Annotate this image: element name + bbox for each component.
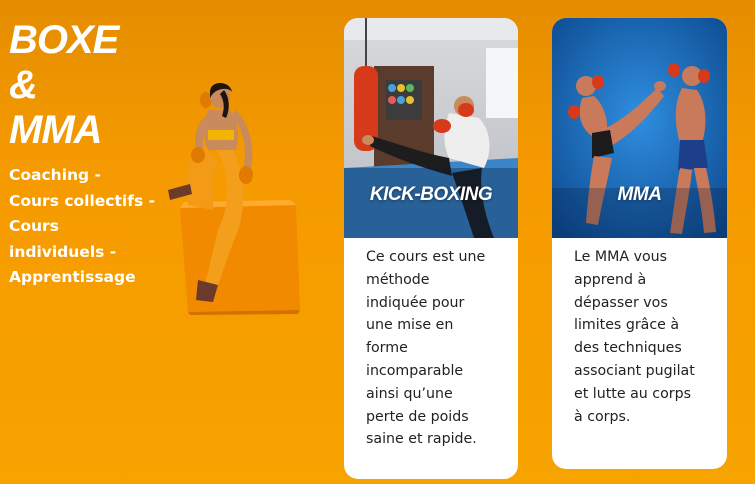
description-line: et lutte au corps [574, 385, 692, 402]
description-line: ainsi qu’une [366, 385, 453, 402]
hero-subtitle: Coaching - Cours collectifs - Cours indi… [9, 163, 169, 291]
description-line: une mise en [366, 317, 454, 334]
hero-title-line-3: MMA [9, 108, 103, 152]
hero-title-line-2: & [9, 63, 38, 107]
hero-subtitle-line: individuels - [9, 242, 117, 261]
description-line: forme [366, 340, 408, 357]
hero-title-line-1: BOXE [9, 18, 119, 62]
description-line: limites grâce à [574, 317, 680, 334]
description-line: perte de poids [366, 408, 469, 425]
hero-title: BOXE & MMA [9, 18, 119, 153]
description-line: Le MMA vous [574, 249, 668, 265]
mma-card[interactable]: MMA Le MMA vous apprend à dépasser vos l… [552, 18, 727, 469]
description-line: associant pugilat [574, 362, 695, 379]
description-line: apprend à [574, 271, 647, 288]
mma-description: Le MMA vous apprend à dépasser vos limit… [574, 246, 714, 428]
hero-subtitle-line: Apprentissage [9, 268, 136, 286]
mma-label: MMA [617, 184, 662, 205]
description-line: Ce cours est une [366, 249, 486, 265]
description-line: incomparable [366, 362, 464, 379]
description-line: méthode [366, 271, 430, 288]
kick-boxing-description: Ce cours est une méthode indiquée pour u… [366, 246, 506, 451]
kick-boxing-photo: KICK-BOXING [344, 18, 518, 238]
hero-subtitle-line: Coaching - [9, 166, 101, 184]
description-line: des techniques [574, 340, 682, 357]
description-line: à corps. [574, 408, 631, 425]
description-line: indiquée pour [366, 294, 465, 311]
description-line: dépasser vos [574, 294, 668, 311]
description-line: saine et rapide. [366, 431, 477, 448]
hero-subtitle-line: Cours [9, 217, 59, 235]
kick-boxing-card[interactable]: KICK-BOXING Ce cours est une méthode ind… [344, 18, 518, 479]
mma-fighters-photo: MMA [552, 18, 727, 238]
hero-subtitle-line: Cours collectifs - [9, 191, 156, 210]
kick-boxing-label: KICK-BOXING [369, 184, 493, 205]
athlete-sitting-image [158, 80, 308, 315]
